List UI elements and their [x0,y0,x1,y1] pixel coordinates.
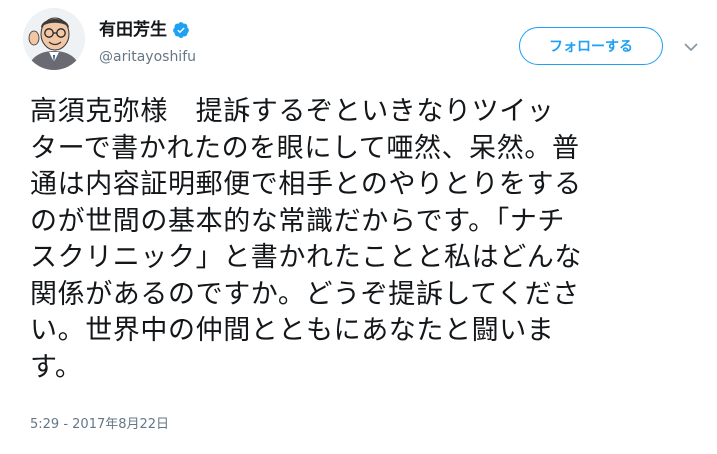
user-handle[interactable]: @aritayoshifu [99,48,196,66]
avatar-caricature-icon [23,8,85,70]
avatar[interactable] [23,8,85,70]
display-name[interactable]: 有田芳生 [99,18,167,42]
verified-badge-icon [172,21,190,39]
tweet-card: 有田芳生 @aritayoshifu フォローする 高須克弥様 提訴するぞといき… [0,0,717,454]
follow-button[interactable]: フォローする [519,27,663,65]
tweet-text-line: スクリニック」と書かれたことと私はどんな [30,242,582,273]
chevron-down-icon[interactable] [682,38,700,56]
tweet-text-line: ターで書かれたのを眼にして唖然、呆然。普 [30,132,580,164]
tweet-text-line: 関係があるのですか。どうぞ提訴してくださ [30,278,580,310]
tweet-text-line: のが世間の基本的な常識だからです。「ナチ [30,205,565,237]
tweet-timestamp[interactable]: 5:29 - 2017年8月22日 [30,416,169,434]
tweet-text-line: い。世界中の仲間とともにあなたと闘いま [30,315,555,346]
tweet-text: 高須克弥様 提訴するぞといきなりツイッ ターで書かれたのを眼にして唖然、呆然。普… [30,94,695,386]
name-row: 有田芳生 [99,18,190,42]
tweet-text-line: 高須克弥様 提訴するぞといきなりツイッ [30,96,555,127]
tweet-text-line: 通は内容証明郵便で相手とのやりとりをする [30,169,582,200]
tweet-text-line: す。 [30,351,83,383]
